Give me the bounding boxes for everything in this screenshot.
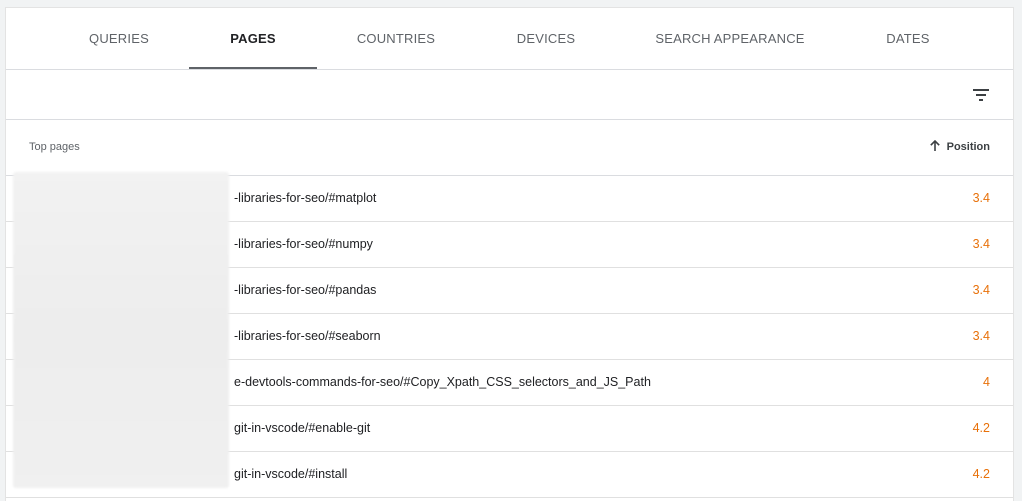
tab-queries[interactable]: QUERIES bbox=[62, 8, 176, 69]
page-url[interactable]: -libraries-for-seo/#matplot bbox=[234, 176, 376, 221]
arrow-up-icon bbox=[929, 140, 940, 152]
position-value: 3.4 bbox=[972, 191, 990, 205]
page-url[interactable]: -libraries-for-seo/#pandas bbox=[234, 268, 376, 313]
column-header-position-label: Position bbox=[946, 141, 990, 153]
page-url[interactable]: git-in-vscode/#install bbox=[234, 452, 347, 497]
page-url[interactable]: -libraries-for-seo/#numpy bbox=[234, 222, 373, 267]
column-header-top-pages: Top pages bbox=[29, 141, 80, 153]
position-value: 3.4 bbox=[972, 237, 990, 251]
filter-button[interactable] bbox=[967, 81, 995, 109]
tab-pages[interactable]: PAGES bbox=[189, 8, 317, 69]
filter-list-icon bbox=[973, 89, 989, 101]
position-value: 3.4 bbox=[972, 329, 990, 343]
position-value: 4 bbox=[983, 375, 990, 389]
tab-countries[interactable]: COUNTRIES bbox=[336, 8, 456, 69]
position-value: 4.2 bbox=[972, 421, 990, 435]
tab-search-appearance[interactable]: SEARCH APPEARANCE bbox=[636, 8, 824, 69]
table-toolbar bbox=[6, 70, 1013, 120]
position-value: 3.4 bbox=[972, 283, 990, 297]
tab-devices[interactable]: DEVICES bbox=[494, 8, 598, 69]
redacted-url-prefix bbox=[13, 172, 229, 488]
tab-dates[interactable]: DATES bbox=[862, 8, 954, 69]
dimension-tabs: QUERIES PAGES COUNTRIES DEVICES SEARCH A… bbox=[6, 8, 1013, 70]
page-url[interactable]: -libraries-for-seo/#seaborn bbox=[234, 314, 381, 359]
active-tab-indicator bbox=[189, 67, 317, 69]
page-url[interactable]: e-devtools-commands-for-seo/#Copy_Xpath_… bbox=[234, 360, 651, 405]
column-header-position[interactable]: Position bbox=[929, 120, 990, 175]
table-header: Top pages Position bbox=[6, 120, 1013, 176]
page-url[interactable]: git-in-vscode/#enable-git bbox=[234, 406, 370, 451]
position-value: 4.2 bbox=[972, 467, 990, 481]
